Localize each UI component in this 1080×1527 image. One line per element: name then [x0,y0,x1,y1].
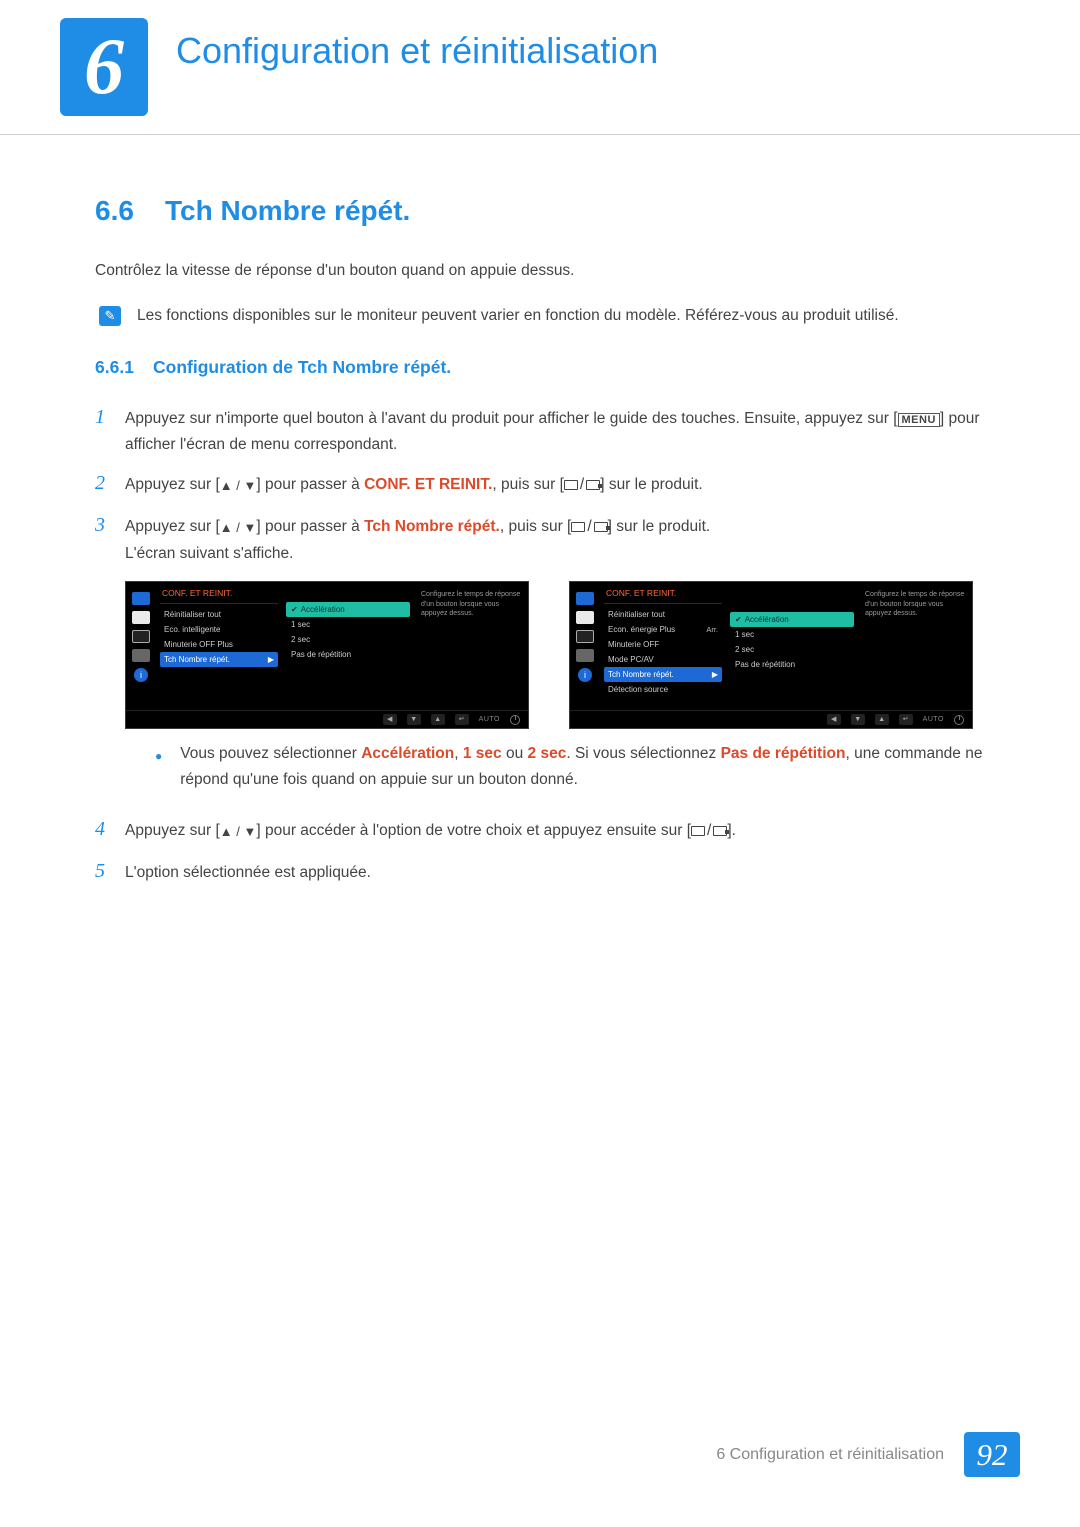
monitor-icon [132,592,150,605]
step-1-text: Appuyez sur n'importe quel bouton à l'av… [125,406,985,459]
chapter-title: Configuration et réinitialisation [176,30,658,72]
step-5-text: L'option sélectionnée est appliquée. [125,860,371,886]
step-number-2: 2 [95,466,125,500]
section-number: 6.6 [95,195,165,227]
osd-sub-item-active: ✔Accélération [730,612,854,627]
section-title: Tch Nombre répét. [165,195,410,227]
select-keys-icon: / [564,472,600,498]
nav-up-icon: ▲ [875,714,889,725]
monitor-icon [576,592,594,605]
bullet-note: ● Vous pouvez sélectionner Accélération,… [155,741,985,792]
osd-menu-item-active: Tch Nombre répét.▶ [604,667,722,682]
osd-panel-left: i CONF. ET REINIT. Réinitialiser tout Ec… [125,581,529,729]
size-icon [576,630,594,643]
osd-menu-item-active: Tch Nombre répét.▶ [160,652,278,667]
nav-down-icon: ▼ [407,714,421,725]
pencil-icon: ✎ [99,306,121,326]
nav-down-icon: ▼ [851,714,865,725]
step-2-text: Appuyez sur [▲ / ▼] pour passer à CONF. … [125,472,703,499]
power-icon [510,715,520,725]
chapter-number-tab: 6 [60,18,148,116]
step-number-5: 5 [95,854,125,888]
step-number-3: 3 [95,508,125,542]
osd-menu-item: Réinitialiser tout [604,607,722,622]
select-keys-icon: / [571,514,607,540]
osd-sub-item: 1 sec [730,627,854,642]
nav-up-icon: ▲ [431,714,445,725]
info-note: ✎ Les fonctions disponibles sur le monit… [99,304,985,329]
settings-icon [132,649,150,662]
osd-sub-item: 2 sec [286,632,410,647]
osd-description: Configurez le temps de réponse d'un bout… [858,582,972,710]
osd-sub-item: Pas de répétition [730,657,854,672]
osd-sidebar-icons: i [126,582,156,710]
osd-menu-item: Econ. énergie PlusArr. [604,622,722,637]
step-number-1: 1 [95,400,125,434]
osd-menu-item: Mode PC/AV [604,652,722,667]
note-text: Les fonctions disponibles sur le moniteu… [137,304,899,329]
section-intro: Contrôlez la vitesse de réponse d'un bou… [95,262,985,280]
osd-menu-item: Réinitialiser tout [160,607,278,622]
osd-sub-item: Pas de répétition [286,647,410,662]
step-4-text: Appuyez sur [▲ / ▼] pour accéder à l'opt… [125,818,736,845]
subsection-number: 6.6.1 [95,357,153,378]
osd-screenshots: i CONF. ET REINIT. Réinitialiser tout Ec… [125,581,985,729]
menu-key-icon: MENU [898,413,940,427]
page-footer: 6 Configuration et réinitialisation 92 [716,1432,1020,1477]
auto-label: AUTO [479,716,500,723]
power-icon [954,715,964,725]
enter-icon: ↵ [899,714,913,725]
osd-sub-item: 2 sec [730,642,854,657]
info-icon: i [134,668,148,682]
bullet-icon: ● [155,747,162,767]
brightness-icon [132,611,150,624]
size-icon [132,630,150,643]
info-icon: i [578,668,592,682]
step-3-text: Appuyez sur [▲ / ▼] pour passer à Tch No… [125,514,710,567]
osd-sidebar-icons: i [570,582,600,710]
osd-menu-item: Eco. intelligente [160,622,278,637]
brightness-icon [576,611,594,624]
nav-left-icon: ◀ [827,714,841,725]
osd-menu-title: CONF. ET REINIT. [604,588,722,604]
osd-menu-title: CONF. ET REINIT. [160,588,278,604]
osd-sub-item-active: ✔Accélération [286,602,410,617]
page-header: 6 Configuration et réinitialisation [0,0,1080,135]
osd-sub-item: 1 sec [286,617,410,632]
footer-page-number: 92 [964,1432,1020,1477]
auto-label: AUTO [923,716,944,723]
up-down-icon: ▲ / ▼ [220,478,257,493]
footer-text: 6 Configuration et réinitialisation [716,1446,944,1464]
osd-footer-keys: ◀ ▼ ▲ ↵ AUTO [570,710,972,728]
subsection-title: Configuration de Tch Nombre répét. [153,357,451,378]
up-down-icon: ▲ / ▼ [220,824,257,839]
select-keys-icon: / [691,818,727,844]
settings-icon [576,649,594,662]
osd-menu-item: Minuterie OFF [604,637,722,652]
osd-menu-item: Minuterie OFF Plus [160,637,278,652]
osd-panel-right: i CONF. ET REINIT. Réinitialiser tout Ec… [569,581,973,729]
step-number-4: 4 [95,812,125,846]
nav-left-icon: ◀ [383,714,397,725]
up-down-icon: ▲ / ▼ [220,520,257,535]
osd-menu-item: Détection source [604,682,722,697]
osd-description: Configurez le temps de réponse d'un bout… [414,582,528,710]
osd-footer-keys: ◀ ▼ ▲ ↵ AUTO [126,710,528,728]
enter-icon: ↵ [455,714,469,725]
